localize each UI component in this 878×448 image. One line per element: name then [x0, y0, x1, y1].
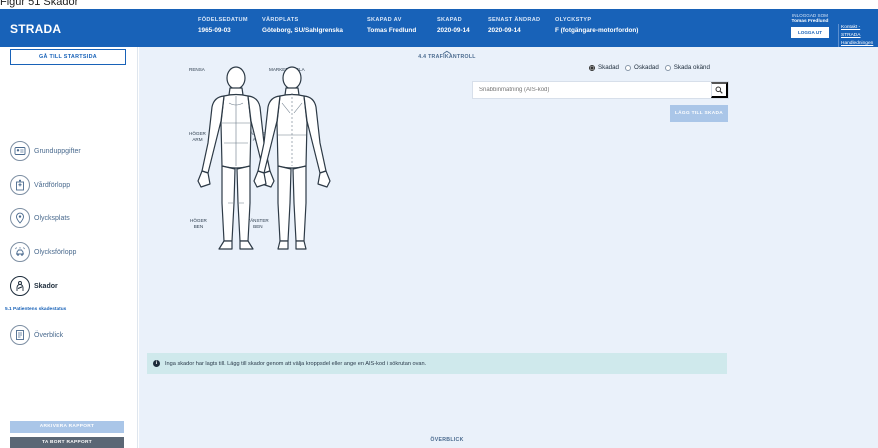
archive-report-button[interactable]: ARKIVERA RAPPORT — [10, 421, 124, 433]
radio-label: Oskadad — [634, 64, 659, 71]
injury-status-radio-group: Skadad Oskadad Skada okänd — [589, 64, 710, 71]
header-field-label: OLYCKSTYP — [555, 17, 592, 23]
header-field-last-changed: SENAST ÄNDRAD 2020-09-14 — [488, 17, 540, 34]
sidebar: GÅ TILL STARTSIDA Grunduppgifter Vårdför… — [0, 47, 138, 448]
header-field-birthdate: FÖDELSEDATUM 1965-09-03 — [198, 17, 248, 34]
logout-button[interactable]: LOGGA UT — [791, 27, 829, 38]
previous-section-link[interactable]: ︿ 4.4 TRAFIKANTROLL — [407, 46, 487, 61]
ais-search-box — [472, 81, 729, 99]
header-field-label: VÅRDPLATS — [262, 17, 299, 23]
figure-caption: Figur 51 Skador — [0, 0, 79, 8]
body-part-right-leg[interactable] — [221, 165, 236, 242]
body-part-left-foot[interactable] — [239, 240, 254, 250]
search-icon — [715, 86, 723, 94]
sidebar-item-vardforlopp[interactable]: Vårdförlopp — [10, 174, 70, 196]
sidebar-item-grunduppgifter[interactable]: Grunduppgifter — [10, 140, 81, 162]
ais-search-input[interactable] — [473, 82, 711, 98]
go-to-start-button[interactable]: GÅ TILL STARTSIDA — [10, 49, 126, 65]
sidebar-item-label: Olycksplats — [34, 214, 70, 222]
delete-report-button[interactable]: TA BORT RAPPORT — [10, 437, 124, 448]
radio-label: Skada okänd — [673, 64, 710, 71]
sidebar-item-skador[interactable]: Skador — [10, 275, 58, 297]
info-text: Inga skador har lagts till. Lägg till sk… — [165, 360, 427, 367]
body-part-back-left-leg[interactable] — [277, 165, 292, 242]
top-header: STRADA FÖDELSEDATUM 1965-09-03 VÅRDPLATS… — [0, 9, 878, 48]
sidebar-subitem-patient-injury-status[interactable]: 5.1 Patientens skadestatus — [5, 307, 66, 312]
login-box: INLOGGAD SOM Tomas Fredlund LOGGA UT — [785, 13, 835, 38]
radio-dot-icon — [589, 64, 595, 71]
sidebar-item-label: Grunduppgifter — [34, 147, 81, 155]
radio-injury-unknown[interactable]: Skada okänd — [664, 64, 710, 71]
next-section-link[interactable]: ÖVERBLICK — [417, 437, 477, 443]
header-field-value: Tomas Fredlund — [367, 27, 417, 34]
info-icon: i — [153, 360, 160, 367]
sidebar-item-olycksplats[interactable]: Olycksplats — [10, 207, 70, 229]
body-front-figure[interactable] — [184, 63, 344, 255]
login-user: Tomas Fredlund — [791, 19, 829, 24]
header-field-value: F (fotgängare-motorfordon) — [555, 27, 639, 34]
hospital-icon — [10, 175, 30, 195]
body-part-back-right-foot[interactable] — [295, 240, 307, 250]
sidebar-item-label: Överblick — [34, 331, 64, 339]
header-field-label: SKAPAD — [437, 17, 463, 23]
document-icon — [10, 325, 30, 345]
radio-uninjured[interactable]: Oskadad — [625, 64, 659, 71]
body-part-back-left-foot[interactable] — [277, 240, 289, 250]
header-field-created: SKAPAD 2020-09-14 — [437, 17, 470, 34]
header-field-care-place: VÅRDPLATS Göteborg, SU/Sahlgrenska — [262, 17, 343, 34]
header-field-value: 2020-09-14 — [488, 27, 521, 34]
header-field-accident-type: OLYCKSTYP F (fotgängare-motorfordon) — [555, 17, 638, 34]
body-part-head-back[interactable] — [282, 66, 302, 90]
search-button[interactable] — [711, 82, 728, 98]
chevron-up-icon: ︿ — [442, 46, 452, 55]
header-field-label: SENAST ÄNDRAD — [488, 17, 541, 23]
radio-label: Skadad — [598, 64, 619, 71]
brand-logo[interactable]: STRADA — [10, 22, 61, 36]
sidebar-item-label: Skador — [34, 282, 58, 290]
header-field-created-by: SKAPAD AV Tomas Fredlund — [367, 17, 416, 34]
body-part-right-foot[interactable] — [218, 240, 233, 250]
main-content: ︿ 4.4 TRAFIKANTROLL RENSA MARKERA HELA H… — [139, 47, 878, 448]
sidebar-item-overblick[interactable]: Överblick — [10, 324, 63, 346]
contact-link[interactable]: Kontakt - STRADA — [841, 24, 878, 40]
sidebar-item-olycksforlopp[interactable]: Olycksförlopp — [10, 241, 76, 263]
body-part-back-right-leg[interactable] — [292, 165, 307, 242]
sidebar-item-label: Olycksförlopp — [34, 248, 77, 256]
header-field-value: Göteborg, SU/Sahlgrenska — [262, 27, 343, 34]
previous-section-label: 4.4 TRAFIKANTROLL — [418, 54, 476, 60]
sidebar-item-label: Vårdförlopp — [34, 181, 71, 189]
header-field-value: 2020-09-14 — [437, 27, 470, 34]
radio-dot-icon — [664, 64, 671, 71]
body-part-left-leg[interactable] — [236, 165, 251, 242]
body-part-back-right-hand[interactable] — [317, 170, 331, 188]
header-field-label: FÖDELSEDATUM — [198, 17, 248, 23]
header-links: Kontakt - STRADA Handledningen — [838, 24, 878, 48]
body-part-back-left-hand[interactable] — [253, 170, 267, 188]
add-injury-button[interactable]: LÄGG TILL SKADA — [670, 105, 728, 122]
header-field-label: SKAPAD AV — [367, 17, 402, 23]
app-window: Figur 51 Skador STRADA FÖDELSEDATUM 1965… — [0, 0, 878, 448]
radio-dot-icon — [625, 64, 631, 71]
map-pin-icon — [10, 208, 30, 228]
bandage-icon — [10, 276, 30, 296]
body-part-head-front[interactable] — [226, 66, 246, 90]
header-field-value: 1965-09-03 — [198, 27, 231, 34]
body-part-right-hand[interactable] — [197, 170, 211, 188]
id-card-icon — [10, 141, 30, 161]
radio-injured[interactable]: Skadad — [589, 64, 619, 71]
crash-icon — [10, 242, 30, 262]
info-alert: i Inga skador har lagts till. Lägg till … — [147, 353, 727, 374]
login-label: INLOGGAD SOM — [792, 13, 828, 18]
